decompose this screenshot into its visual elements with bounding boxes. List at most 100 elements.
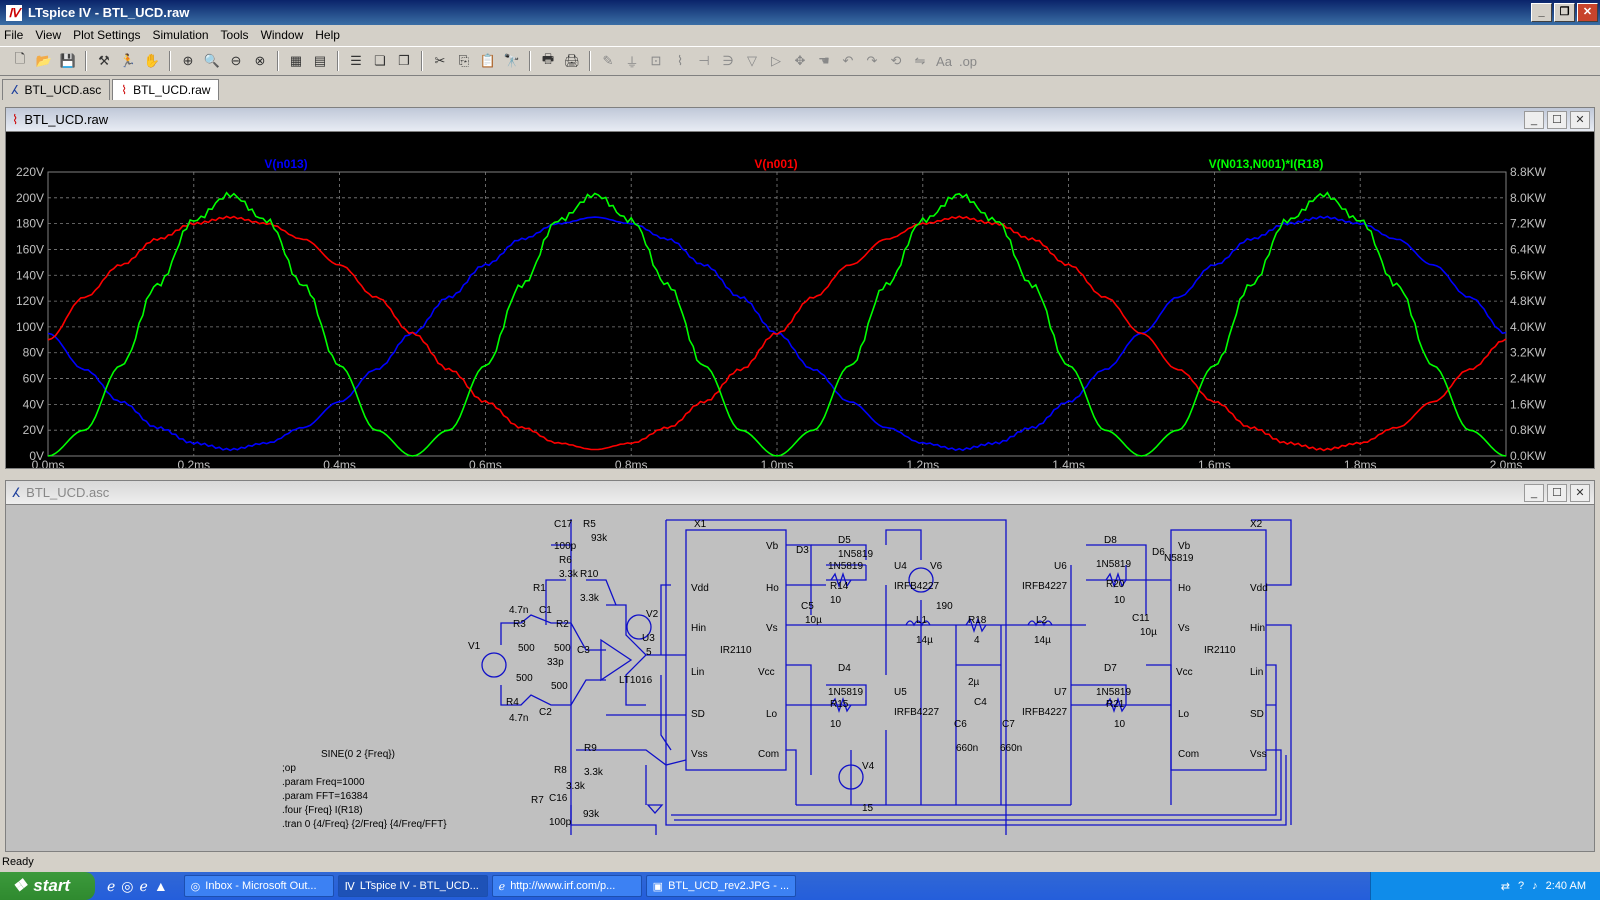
schematic-label[interactable]: R14 — [830, 581, 849, 592]
schematic-label[interactable]: R8 — [554, 765, 567, 776]
wire-icon[interactable]: ✎ — [598, 51, 618, 71]
schematic-label[interactable]: Com — [758, 749, 779, 760]
tile-vertical-icon[interactable]: ❐ — [394, 51, 414, 71]
task-image-viewer[interactable]: ▣ BTL_UCD_rev2.JPG - ... — [645, 875, 796, 897]
ie-icon[interactable]: ℯ — [107, 878, 115, 895]
schematic-label[interactable]: Lin — [1250, 667, 1263, 678]
schematic-label[interactable]: Ho — [1178, 583, 1191, 594]
plot-close-button[interactable]: ✕ — [1570, 111, 1590, 129]
schematic-label[interactable]: 2µ — [968, 677, 980, 688]
schematic-label[interactable]: Vss — [691, 749, 708, 760]
schematic-label[interactable]: SD — [1250, 709, 1264, 720]
rotate-icon[interactable]: ⟲ — [886, 51, 906, 71]
move-icon[interactable]: ✥ — [790, 51, 810, 71]
schematic-label[interactable]: R6 — [559, 555, 572, 566]
close-button[interactable]: ✕ — [1577, 3, 1598, 22]
schematic-canvas[interactable]: C17100pR593kR63.3k R103.3kR14.7n C1R3 R2500… — [6, 505, 1594, 851]
schematic-label[interactable]: U4 — [894, 561, 907, 572]
schematic-label[interactable]: 14µ — [1034, 635, 1051, 646]
capacitor-icon[interactable]: ⊣ — [694, 51, 714, 71]
schematic-label[interactable]: 500 — [554, 643, 571, 654]
spice-directive-icon[interactable]: .op — [958, 51, 978, 71]
schematic-close-button[interactable]: ✕ — [1570, 484, 1590, 502]
schematic-label[interactable]: V4 — [862, 761, 875, 772]
schematic-label[interactable]: R3 — [513, 619, 526, 630]
schematic-label[interactable]: 93k — [591, 533, 608, 544]
schematic-label[interactable]: 1N5819 — [838, 549, 873, 560]
find-icon[interactable]: 🔭 — [502, 51, 522, 71]
menu-simulation[interactable]: Simulation — [153, 28, 209, 42]
schematic-label[interactable]: D3 — [796, 545, 809, 556]
schematic-label[interactable]: 14µ — [916, 635, 933, 646]
plot-maximize-button[interactable]: ☐ — [1547, 111, 1567, 129]
schematic-label[interactable]: 5 — [646, 647, 652, 658]
schematic-label[interactable]: C4 — [974, 697, 987, 708]
open-icon[interactable]: 📂 — [34, 51, 54, 71]
resistor-icon[interactable]: ⌇ — [670, 51, 690, 71]
schematic-label[interactable]: Lo — [1178, 709, 1190, 720]
schematic-label[interactable]: 1N5819 — [1096, 559, 1131, 570]
schematic-label[interactable]: Lin — [691, 667, 704, 678]
redo-icon[interactable]: ↷ — [862, 51, 882, 71]
schematic-label[interactable]: 33p — [547, 657, 564, 668]
schematic-label[interactable]: C5 — [801, 601, 814, 612]
schematic-label[interactable]: Vs — [1178, 623, 1190, 634]
diode-icon[interactable]: ▽ — [742, 51, 762, 71]
schematic-label[interactable]: U5 — [894, 687, 907, 698]
start-button[interactable]: ❖ start — [0, 872, 95, 900]
run-icon[interactable]: 🏃 — [118, 51, 138, 71]
schematic-label[interactable]: 10µ — [805, 615, 822, 626]
schematic-minimize-button[interactable]: _ — [1524, 484, 1544, 502]
zoom-area-icon[interactable]: 🔍 — [202, 51, 222, 71]
schematic-label[interactable]: 10 — [830, 719, 842, 730]
schematic-label[interactable]: C11 — [1132, 613, 1150, 624]
schematic-label[interactable]: R18 — [968, 615, 987, 626]
schematic-label[interactable]: R2 — [556, 619, 569, 630]
browser-icon[interactable]: ℯ — [140, 878, 148, 895]
schematic-label[interactable]: U3 — [642, 633, 655, 644]
spice-directive[interactable]: SINE(0 2 {Freq}) — [321, 749, 395, 760]
schematic-label[interactable]: 1N5819 — [828, 687, 863, 698]
task-ltspice[interactable]: Ⅳ LTspice IV - BTL_UCD... — [337, 875, 488, 897]
tab-schematic[interactable]: ⵃ BTL_UCD.asc — [2, 79, 111, 100]
schematic-maximize-button[interactable]: ☐ — [1547, 484, 1567, 502]
schematic-label[interactable]: C7 — [1002, 719, 1015, 730]
help-icon[interactable]: ? — [1518, 880, 1524, 892]
schematic-label[interactable]: Vss — [1250, 749, 1267, 760]
schematic-label[interactable]: C6 — [954, 719, 967, 730]
schematic-label[interactable]: Hin — [1250, 623, 1265, 634]
schematic-label[interactable]: 3.3k — [584, 767, 604, 778]
mirror-icon[interactable]: ⇋ — [910, 51, 930, 71]
volume-icon[interactable]: ♪ — [1532, 880, 1538, 892]
schematic-label[interactable]: 3.3k — [580, 593, 600, 604]
schematic-label[interactable]: R21 — [1106, 699, 1125, 710]
schematic-label[interactable]: V2 — [646, 609, 659, 620]
schematic-label[interactable]: 100p — [549, 817, 572, 828]
control-panel-icon[interactable]: ⚒ — [94, 51, 114, 71]
cascade-icon[interactable]: ❏ — [370, 51, 390, 71]
schematic-label[interactable]: IRFB4227 — [894, 581, 939, 592]
schematic-label[interactable]: SD — [691, 709, 705, 720]
print-setup-icon[interactable]: 🖶 — [538, 51, 558, 71]
minimize-button[interactable]: _ — [1531, 3, 1552, 22]
schematic-label[interactable]: Lo — [766, 709, 778, 720]
schematic-label[interactable]: C3 — [577, 645, 590, 656]
menu-file[interactable]: File — [4, 28, 23, 42]
schematic-label[interactable]: Vb — [766, 541, 779, 552]
menu-window[interactable]: Window — [261, 28, 304, 42]
inductor-icon[interactable]: ∋ — [718, 51, 738, 71]
zoom-cancel-icon[interactable]: ⊗ — [250, 51, 270, 71]
schematic-label[interactable]: 10 — [830, 595, 842, 606]
schematic-label[interactable]: 10 — [1114, 719, 1126, 730]
schematic-label[interactable]: Hin — [691, 623, 706, 634]
save-icon[interactable]: 💾 — [58, 51, 78, 71]
schematic-label[interactable]: U6 — [1054, 561, 1067, 572]
schematic-label[interactable]: 3.3k — [566, 781, 586, 792]
tab-waveform[interactable]: ⌇ BTL_UCD.raw — [112, 79, 220, 100]
schematic-label[interactable]: D8 — [1104, 535, 1117, 546]
restore-button[interactable]: ❐ — [1554, 3, 1575, 22]
component-icon[interactable]: ▷ — [766, 51, 786, 71]
schematic-label[interactable]: R15 — [830, 699, 849, 710]
schematic-label[interactable]: 500 — [516, 673, 533, 684]
pan-icon[interactable]: ✋ — [142, 51, 162, 71]
